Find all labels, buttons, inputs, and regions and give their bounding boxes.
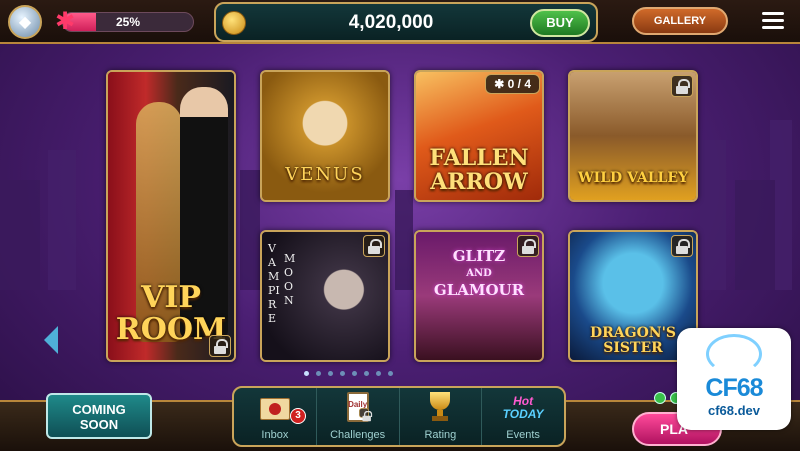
vampire-title-vertical-2: MOON <box>284 252 296 307</box>
puzzle-pieces-value: 0 / 4 <box>507 77 531 91</box>
vip-room-title-line1: VIP <box>141 280 201 315</box>
nav-challenges-label: Challenges <box>330 429 386 441</box>
page-dot[interactable] <box>328 371 333 376</box>
diamond-icon[interactable]: ◆ <box>8 5 42 39</box>
envelope-icon <box>258 390 292 424</box>
lock-icon <box>209 335 231 357</box>
page-dot[interactable] <box>388 371 393 376</box>
hot-today-line2: TODAY <box>502 407 544 421</box>
venus-title: VENUS <box>285 164 365 185</box>
menu-icon[interactable] <box>762 12 784 30</box>
puzzle-pieces-counter: ✱ 0 / 4 <box>485 74 540 94</box>
bottom-navigation: 3 Inbox Daily Challenges Rating Hot TODA… <box>232 386 566 447</box>
game-tile-venus[interactable]: VENUS <box>260 70 390 202</box>
coming-soon-button[interactable]: COMING SOON <box>46 393 152 439</box>
page-dot[interactable] <box>364 371 369 376</box>
page-dot[interactable] <box>376 371 381 376</box>
coming-soon-line1: COMING <box>72 402 126 417</box>
page-dot[interactable] <box>340 371 345 376</box>
game-tile-wild-valley[interactable]: WILD VALLEY <box>568 70 698 202</box>
coin-icon <box>222 11 246 35</box>
lock-icon <box>517 235 539 257</box>
game-tile-glitz-and-glamour[interactable]: GLITZ AND GLAMOUR <box>414 230 544 362</box>
coin-balance: 4,020,000 <box>348 12 434 33</box>
game-tile-vampire-moon[interactable]: VAMPIRE MOON <box>260 230 390 362</box>
coming-soon-line2: SOON <box>79 417 119 432</box>
gallery-button[interactable]: GALLERY <box>632 7 728 35</box>
lock-icon <box>671 235 693 257</box>
lock-icon <box>363 235 385 257</box>
puzzle-progress-bar: 25% <box>62 12 194 32</box>
hot-today-icon: Hot TODAY <box>493 390 553 424</box>
lock-icon <box>671 75 693 97</box>
buy-button[interactable]: BUY <box>530 9 590 37</box>
logo-ring <box>706 334 762 374</box>
trophy-icon <box>423 390 457 424</box>
nav-inbox-label: Inbox <box>261 429 289 441</box>
page-dot[interactable] <box>316 371 321 376</box>
nav-challenges[interactable]: Daily Challenges <box>317 388 400 445</box>
top-bar: ◆ 25% ✱ 4,020,000 BUY GALLERY <box>0 0 800 44</box>
logo-name: CF68 <box>705 374 763 402</box>
clipboard-icon: Daily <box>341 390 375 424</box>
game-tile-fallen-arrow[interactable]: FALLEN ARROW ✱ 0 / 4 <box>414 70 544 202</box>
vampire-title-vertical-1: VAMPIRE <box>268 242 280 325</box>
nav-rating-label: Rating <box>424 429 457 441</box>
lock-icon <box>358 408 372 422</box>
nav-inbox[interactable]: 3 Inbox <box>234 388 317 445</box>
nav-rating[interactable]: Rating <box>400 388 483 445</box>
scroll-left-arrow-icon[interactable] <box>44 326 58 354</box>
game-tile-vip-room[interactable]: VIP ROOM <box>106 70 236 362</box>
nav-events-label: Events <box>506 429 540 441</box>
progress-label: 25% <box>115 15 141 29</box>
puzzle-piece-icon: ✱ <box>494 77 508 91</box>
page-dot[interactable] <box>304 371 309 376</box>
hot-today-line1: Hot <box>513 394 534 408</box>
glitz-title-line2: AND <box>466 268 492 279</box>
fallen-arrow-title-line2: ARROW <box>430 169 528 195</box>
nav-events[interactable]: Hot TODAY Events <box>482 388 564 445</box>
page-indicator <box>304 371 393 376</box>
fallen-arrow-title: FALLEN ARROW <box>416 146 542 194</box>
logo-url: cf68.dev <box>707 403 761 418</box>
puzzle-icon[interactable]: ✱ <box>50 6 80 36</box>
page-dot[interactable] <box>352 371 357 376</box>
fallen-arrow-title-line1: FALLEN <box>429 145 529 171</box>
inbox-count-badge: 3 <box>290 408 306 424</box>
glitz-title-line3: GLAMOUR <box>433 281 525 299</box>
cf68-watermark-logo: CF68 cf68.dev <box>677 328 791 430</box>
wild-valley-title: WILD VALLEY <box>577 170 689 186</box>
coin-balance-bar: 4,020,000 BUY <box>214 2 598 42</box>
